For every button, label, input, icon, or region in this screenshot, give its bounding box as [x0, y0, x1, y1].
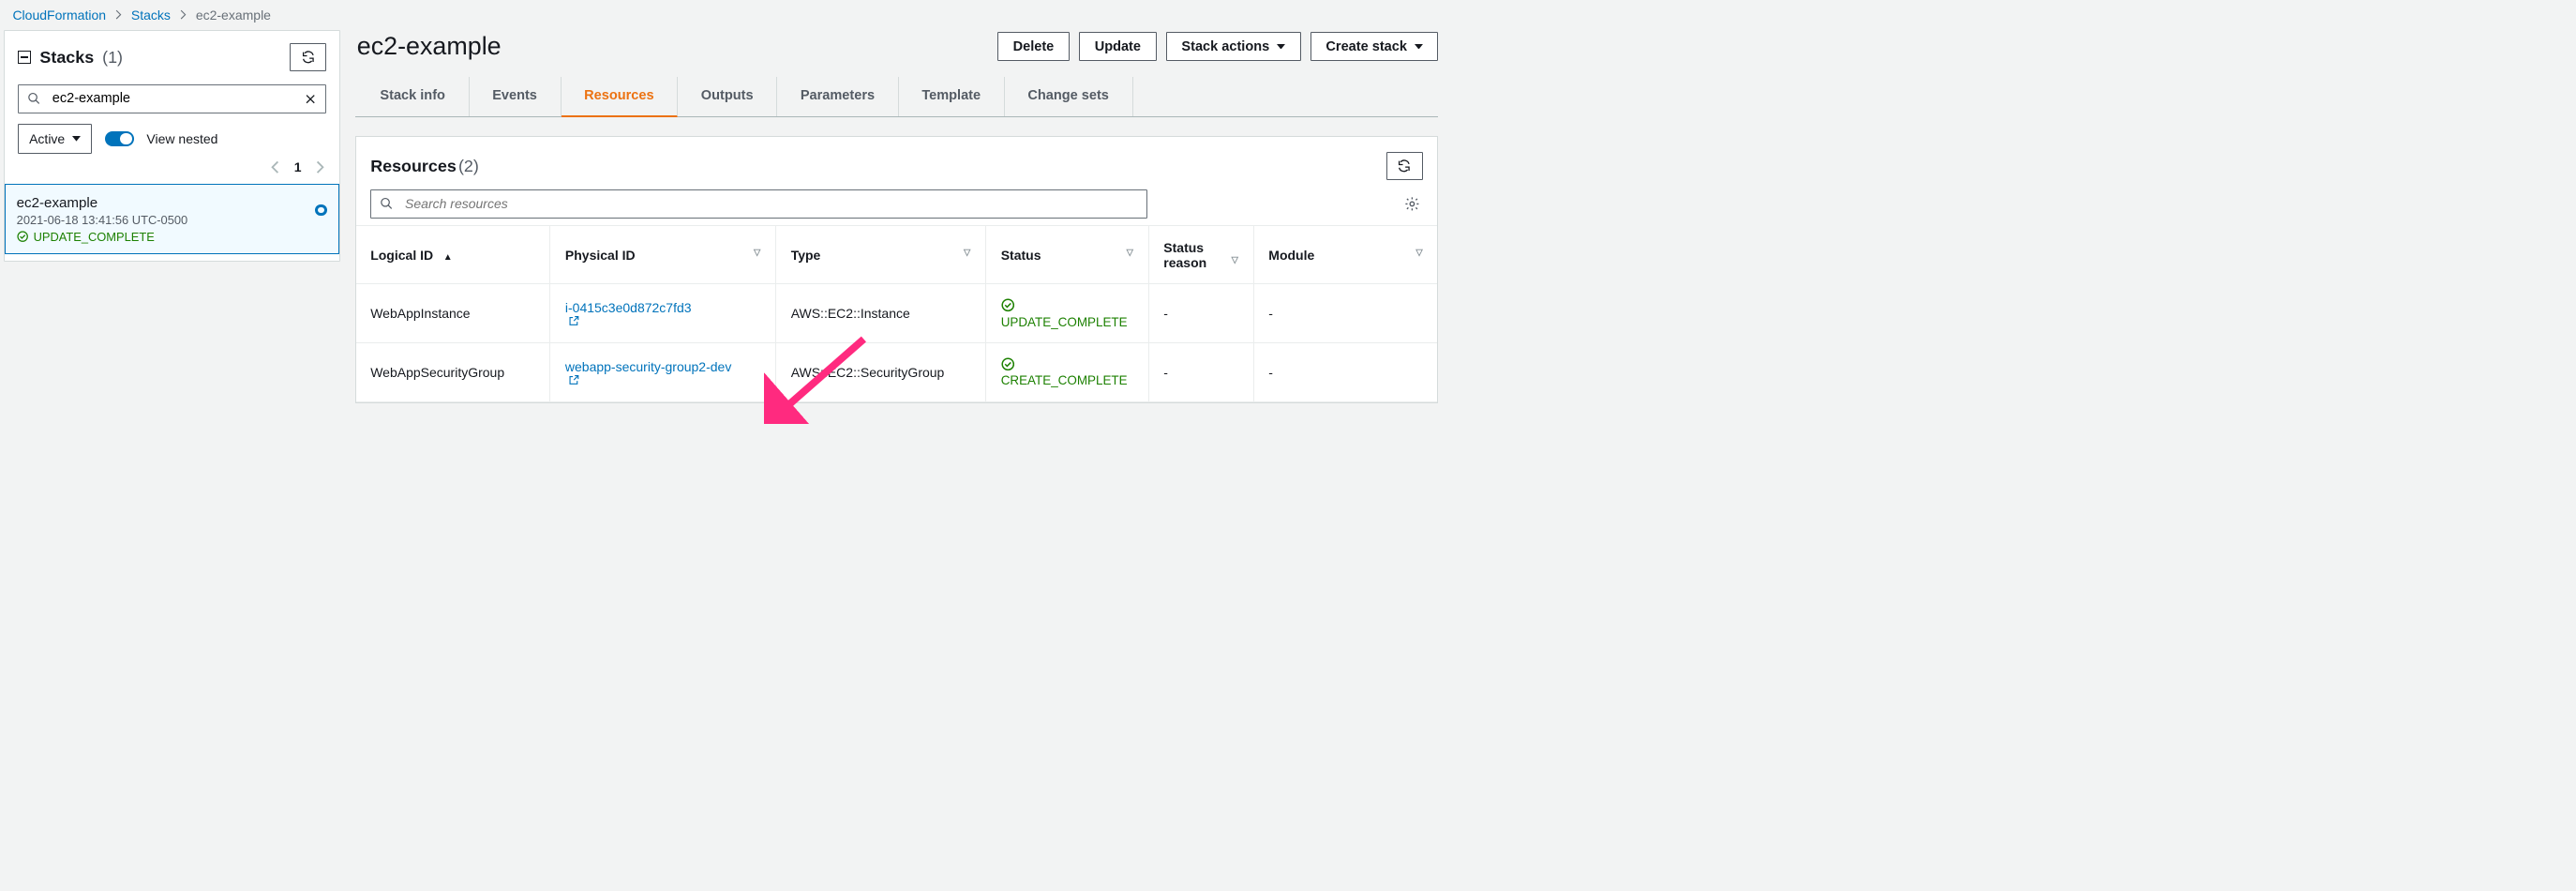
- external-link-icon: [568, 374, 579, 385]
- cell-logical-id: WebAppInstance: [356, 284, 550, 343]
- success-icon: [1001, 298, 1015, 312]
- sort-asc-icon: ▲: [443, 252, 453, 263]
- tab-outputs[interactable]: Outputs: [678, 77, 777, 116]
- delete-button[interactable]: Delete: [997, 32, 1070, 61]
- physical-id-link[interactable]: i-0415c3e0d872c7fd3: [565, 300, 760, 326]
- resources-panel: Resources (2): [355, 136, 1439, 402]
- col-type[interactable]: Type ▽: [776, 226, 986, 284]
- refresh-button[interactable]: [290, 43, 326, 71]
- clear-search-icon[interactable]: [302, 90, 320, 108]
- stacks-search-input-wrap: [18, 84, 327, 113]
- resources-title: Resources: [370, 157, 457, 175]
- col-logical-id[interactable]: Logical ID ▲: [356, 226, 550, 284]
- stack-tabs: Stack info Events Resources Outputs Para…: [355, 77, 1439, 117]
- pager-prev[interactable]: [271, 160, 279, 174]
- tab-change-sets[interactable]: Change sets: [1005, 77, 1133, 116]
- cell-status: UPDATE_COMPLETE: [986, 284, 1149, 343]
- cell-type: AWS::EC2::Instance: [776, 284, 986, 343]
- settings-gear-icon[interactable]: [1400, 193, 1423, 216]
- col-physical-id[interactable]: Physical ID ▽: [550, 226, 776, 284]
- filter-icon: ▽: [1232, 255, 1238, 265]
- filter-icon: ▽: [1127, 248, 1133, 258]
- caret-down-icon: [1277, 44, 1285, 50]
- filter-icon: ▽: [754, 248, 760, 258]
- pager-next[interactable]: [316, 160, 324, 174]
- pager-page-number: 1: [294, 159, 302, 174]
- physical-id-link[interactable]: webapp-security-group2-dev: [565, 359, 760, 385]
- breadcrumb: CloudFormation Stacks ec2-example: [0, 0, 1443, 30]
- cell-status: CREATE_COMPLETE: [986, 343, 1149, 402]
- collapse-icon[interactable]: [18, 51, 32, 65]
- filter-icon: ▽: [964, 248, 970, 258]
- cell-module: -: [1253, 284, 1437, 343]
- create-stack-button[interactable]: Create stack: [1310, 32, 1439, 61]
- main-content: ec2-example Delete Update Stack actions …: [355, 30, 1439, 403]
- tab-template[interactable]: Template: [899, 77, 1005, 116]
- tab-parameters[interactable]: Parameters: [777, 77, 899, 116]
- resources-table: Logical ID ▲ Physical ID ▽ Type ▽ Stat: [356, 225, 1438, 401]
- cell-module: -: [1253, 343, 1437, 402]
- stack-selected-radio[interactable]: [315, 204, 326, 216]
- search-icon: [27, 92, 41, 106]
- success-icon: [17, 231, 28, 242]
- stacks-filter-select[interactable]: Active: [18, 124, 92, 153]
- breadcrumb-current: ec2-example: [196, 8, 271, 23]
- breadcrumb-stacks[interactable]: Stacks: [131, 8, 171, 23]
- resources-count: (2): [458, 157, 479, 175]
- filter-icon: ▽: [1415, 248, 1422, 258]
- stacks-count: (1): [102, 48, 123, 68]
- page-title: ec2-example: [357, 32, 502, 61]
- stack-card-name: ec2-example: [17, 195, 328, 211]
- stack-actions-button[interactable]: Stack actions: [1166, 32, 1301, 61]
- view-nested-toggle[interactable]: [105, 131, 134, 147]
- chevron-right-icon: [180, 9, 187, 20]
- search-icon: [380, 197, 394, 211]
- caret-down-icon: [72, 136, 81, 142]
- col-module[interactable]: Module ▽: [1253, 226, 1437, 284]
- stacks-filter-value: Active: [29, 131, 65, 146]
- stacks-title: Stacks: [39, 48, 94, 68]
- table-row: WebAppInstance i-0415c3e0d872c7fd3 AWS::…: [356, 284, 1438, 343]
- breadcrumb-cloudformation[interactable]: CloudFormation: [12, 8, 106, 23]
- external-link-icon: [568, 315, 579, 326]
- cell-logical-id: WebAppSecurityGroup: [356, 343, 550, 402]
- stack-card[interactable]: ec2-example 2021-06-18 13:41:56 UTC-0500…: [5, 184, 338, 254]
- cell-status-reason: -: [1148, 343, 1253, 402]
- cell-type: AWS::EC2::SecurityGroup: [776, 343, 986, 402]
- stack-card-timestamp: 2021-06-18 13:41:56 UTC-0500: [17, 213, 328, 227]
- col-status-reason[interactable]: Status reason ▽: [1148, 226, 1253, 284]
- stacks-pager: 1: [18, 156, 327, 174]
- stacks-sidebar: Stacks (1) Active View nested: [4, 30, 339, 262]
- caret-down-icon: [1415, 44, 1423, 50]
- stack-card-status: UPDATE_COMPLETE: [17, 230, 328, 244]
- tab-events[interactable]: Events: [470, 77, 562, 116]
- cell-status-reason: -: [1148, 284, 1253, 343]
- chevron-right-icon: [115, 9, 122, 20]
- resources-search-input[interactable]: [370, 189, 1147, 218]
- tab-resources[interactable]: Resources: [562, 77, 679, 117]
- tab-stack-info[interactable]: Stack info: [355, 77, 470, 116]
- resources-refresh-button[interactable]: [1386, 152, 1423, 180]
- col-status[interactable]: Status ▽: [986, 226, 1149, 284]
- update-button[interactable]: Update: [1079, 32, 1157, 61]
- success-icon: [1001, 357, 1015, 371]
- stacks-search-input[interactable]: [18, 84, 327, 113]
- view-nested-label: View nested: [146, 131, 217, 146]
- table-row: WebAppSecurityGroup webapp-security-grou…: [356, 343, 1438, 402]
